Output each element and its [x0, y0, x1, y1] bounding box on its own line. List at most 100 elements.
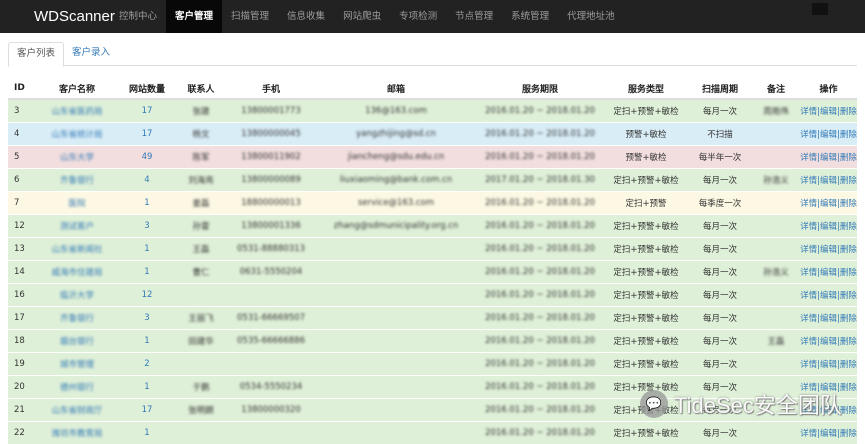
cell-site-count[interactable]: 49 — [142, 152, 153, 162]
cell-actions: 详情|编辑|删除 — [800, 213, 857, 237]
edit-link[interactable]: 编辑 — [820, 429, 837, 439]
tab-customer-entry[interactable]: 客户录入 — [64, 42, 118, 66]
cell-note: 王磊 — [767, 336, 785, 347]
brand-logo[interactable]: WDScanner — [0, 8, 115, 25]
delete-link[interactable]: 删除 — [840, 176, 857, 186]
cell-scan-cycle: 每月一次 — [702, 336, 737, 347]
cell-site-count[interactable]: 1 — [144, 267, 149, 277]
delete-link[interactable]: 删除 — [840, 130, 857, 140]
edit-link[interactable]: 编辑 — [820, 360, 837, 370]
delete-link[interactable]: 删除 — [840, 360, 857, 370]
header-site-count: 网站数量 — [118, 78, 176, 100]
delete-link[interactable]: 删除 — [840, 429, 857, 439]
edit-link[interactable]: 编辑 — [820, 107, 837, 117]
cell-customer-name[interactable]: 齐鲁银行 — [60, 314, 94, 324]
cell-customer-name[interactable]: 烟台银行 — [60, 337, 94, 347]
cell-customer-name[interactable]: 临沂大学 — [60, 291, 94, 301]
detail-link[interactable]: 详情 — [800, 176, 817, 186]
cell-site-count[interactable]: 1 — [144, 198, 149, 208]
cell-site-count[interactable]: 17 — [142, 106, 153, 116]
cell-customer-name[interactable]: 城市管理 — [60, 360, 94, 370]
detail-link[interactable]: 详情 — [800, 107, 817, 117]
cell-customer-name[interactable]: 山东大学 — [60, 153, 94, 163]
delete-link[interactable]: 删除 — [840, 268, 857, 278]
cell-customer-name[interactable]: 山东省财政厅 — [51, 406, 102, 416]
detail-link[interactable]: 详情 — [800, 130, 817, 140]
cell-contact: 刘海亮 — [188, 175, 214, 186]
detail-link[interactable]: 详情 — [800, 314, 817, 324]
detail-link[interactable]: 详情 — [800, 429, 817, 439]
edit-link[interactable]: 编辑 — [820, 291, 837, 301]
delete-link[interactable]: 删除 — [840, 337, 857, 347]
cell-customer-name[interactable]: 潍坊市教育局 — [51, 429, 102, 439]
cell-site-count[interactable]: 3 — [144, 313, 149, 323]
detail-link[interactable]: 详情 — [800, 222, 817, 232]
cell-scan-cycle: 不扫描 — [707, 129, 733, 140]
detail-link[interactable]: 详情 — [800, 268, 817, 278]
cell-contact: 王磊 — [192, 244, 210, 255]
cell-site-count[interactable]: 17 — [142, 405, 153, 415]
edit-link[interactable]: 编辑 — [820, 268, 837, 278]
detail-link[interactable]: 详情 — [800, 153, 817, 163]
edit-link[interactable]: 编辑 — [820, 314, 837, 324]
cell-site-count[interactable]: 4 — [144, 175, 149, 185]
detail-link[interactable]: 详情 — [800, 360, 817, 370]
edit-link[interactable]: 编辑 — [820, 130, 837, 140]
edit-link[interactable]: 编辑 — [820, 199, 837, 209]
cell-customer-name[interactable]: 山东省医药局 — [51, 107, 102, 117]
top-navbar: WDScanner 控制中心 客户管理 扫描管理 信息收集 网站爬虫 专项检测 … — [0, 0, 865, 33]
nav-item-info-collection[interactable]: 信息收集 — [278, 0, 334, 33]
delete-link[interactable]: 删除 — [840, 222, 857, 232]
cell-customer-name[interactable]: 山东省新闻社 — [51, 245, 102, 255]
cell-customer-name[interactable]: 测试客户 — [60, 222, 94, 232]
delete-link[interactable]: 删除 — [840, 245, 857, 255]
edit-link[interactable]: 编辑 — [820, 222, 837, 232]
delete-link[interactable]: 删除 — [840, 406, 857, 416]
cell-customer-name[interactable]: 齐鲁银行 — [60, 176, 94, 186]
cell-site-count[interactable]: 17 — [142, 129, 153, 139]
delete-link[interactable]: 删除 — [840, 314, 857, 324]
delete-link[interactable]: 删除 — [840, 153, 857, 163]
cell-site-count[interactable]: 12 — [142, 290, 153, 300]
cell-customer-name[interactable]: 医院 — [68, 199, 85, 209]
delete-link[interactable]: 删除 — [840, 107, 857, 117]
cell-scan-cycle: 每月一次 — [702, 290, 737, 301]
table-row: 18 烟台银行 1 田建华 0535-66666886 2016.01.20 ~ 2018… — [8, 328, 857, 352]
cell-contact: 张建 — [192, 106, 210, 117]
nav-item-scan-management[interactable]: 扫描管理 — [222, 0, 278, 33]
edit-link[interactable]: 编辑 — [820, 176, 837, 186]
cell-customer-name[interactable]: 山东省统计局 — [51, 130, 102, 140]
delete-link[interactable]: 删除 — [840, 383, 857, 393]
nav-item-system-management[interactable]: 系统管理 — [502, 0, 558, 33]
cell-service-term: 2016.01.20 ~ 2018.01.20 — [485, 105, 595, 116]
cell-site-count[interactable]: 1 — [144, 382, 149, 392]
cell-site-count[interactable]: 1 — [144, 244, 149, 254]
cell-scan-cycle: 每月一次 — [702, 428, 737, 439]
nav-item-customer-management[interactable]: 客户管理 — [166, 0, 223, 33]
nav-item-control-center[interactable]: 控制中心 — [110, 0, 166, 33]
nav-item-proxy-pool[interactable]: 代理地址池 — [558, 0, 624, 33]
cell-email: liuxiaoming@bank.com.cn — [339, 174, 453, 185]
delete-link[interactable]: 删除 — [840, 291, 857, 301]
detail-link[interactable]: 详情 — [800, 199, 817, 209]
cell-scan-cycle: 每月一次 — [702, 267, 737, 278]
edit-link[interactable]: 编辑 — [820, 337, 837, 347]
edit-link[interactable]: 编辑 — [820, 153, 837, 163]
cell-site-count[interactable]: 1 — [144, 336, 149, 346]
nav-item-node-management[interactable]: 节点管理 — [446, 0, 502, 33]
cell-customer-name[interactable]: 威海市住建局 — [51, 268, 102, 278]
detail-link[interactable]: 详情 — [800, 291, 817, 301]
delete-link[interactable]: 删除 — [840, 199, 857, 209]
navbar-toggle[interactable] — [812, 3, 828, 15]
tab-customer-list[interactable]: 客户列表 — [8, 42, 65, 67]
detail-link[interactable]: 详情 — [800, 337, 817, 347]
cell-customer-name[interactable]: 德州银行 — [60, 383, 94, 393]
edit-link[interactable]: 编辑 — [820, 245, 837, 255]
detail-link[interactable]: 详情 — [800, 245, 817, 255]
nav-item-special-detection[interactable]: 专项检测 — [390, 0, 446, 33]
cell-site-count[interactable]: 1 — [144, 428, 149, 438]
nav-item-web-crawler[interactable]: 网站爬虫 — [334, 0, 390, 33]
cell-note: 周雨伟 — [763, 106, 789, 117]
cell-site-count[interactable]: 2 — [144, 359, 149, 369]
cell-site-count[interactable]: 3 — [144, 221, 149, 231]
